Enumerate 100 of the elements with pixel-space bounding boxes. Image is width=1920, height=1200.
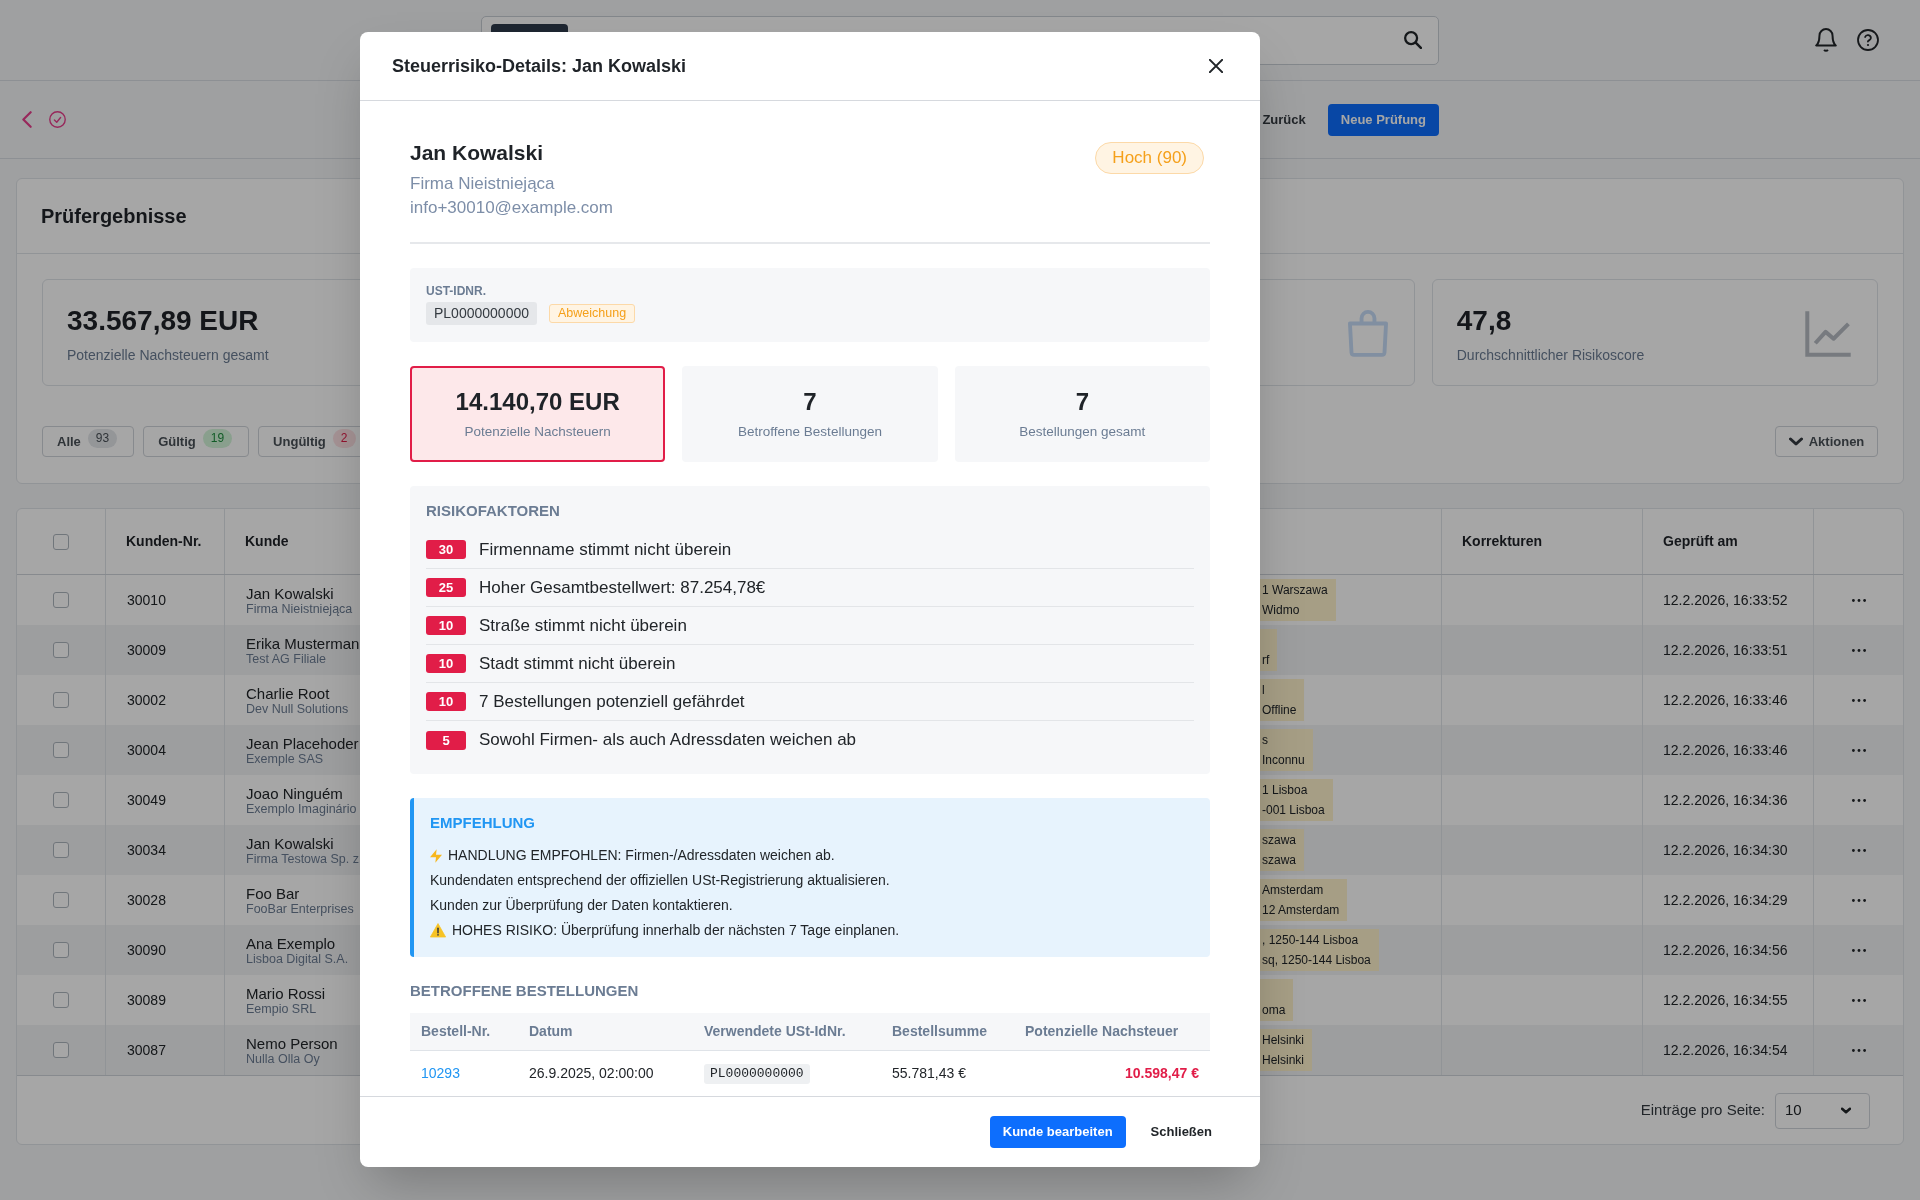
metric-value: 14.140,70 EUR: [455, 387, 620, 417]
checked-date: 12.2.2026, 16:33:52: [1663, 590, 1788, 610]
company-name: Dev Null Solutions: [246, 701, 349, 716]
checked-date: 12.2.2026, 16:34:54: [1663, 1040, 1788, 1060]
count-badge: 19: [202, 429, 233, 448]
filter-button[interactable]: Alle 93: [42, 426, 135, 457]
checkbox[interactable]: [53, 842, 69, 858]
recommendation-text: HOHES RISIKO: Überprüfung innerhalb der nächsten 7 Tage einplanen.: [452, 921, 900, 940]
checked-date: 12.2.2026, 16:33:46: [1663, 740, 1788, 760]
stat-value: 33.567,89 EUR: [67, 303, 260, 338]
primary-button[interactable]: Neue Prüfung: [1327, 103, 1439, 136]
column-header: Kunde: [245, 532, 289, 551]
metric-value: 7: [803, 387, 817, 417]
more-options-icon[interactable]: [1851, 698, 1866, 702]
more-options-icon[interactable]: [1851, 1048, 1866, 1052]
metric-label: Betroffene Bestellungen: [738, 423, 882, 441]
close-icon: [1209, 59, 1223, 73]
address-line: szawa: [1262, 852, 1296, 869]
search-icon[interactable]: [1404, 31, 1422, 49]
panel-title: Prüfergebnisse: [41, 204, 187, 229]
address-line: oma: [1262, 1002, 1286, 1019]
more-options-icon[interactable]: [1851, 748, 1866, 752]
check-circle-icon[interactable]: [49, 111, 66, 128]
text-button[interactable]: Zurück: [1262, 109, 1306, 130]
count-badge: 2: [332, 429, 356, 448]
checkbox[interactable]: [53, 742, 69, 758]
section-title: BETROFFENE BESTELLUNGEN: [410, 981, 640, 1001]
checkbox[interactable]: [53, 1042, 69, 1058]
address-line: l: [1262, 682, 1265, 699]
risk-badge: Hoch (90): [1095, 142, 1204, 174]
column-header: Bestell-Nr.: [421, 1022, 491, 1041]
more-options-icon[interactable]: [1851, 998, 1866, 1002]
company-name: Test AG Filiale: [246, 651, 326, 666]
customer-number: 30002: [127, 690, 166, 710]
checkbox[interactable]: [53, 992, 69, 1008]
address-line: rf: [1262, 652, 1270, 669]
section-title: RISIKOFAKTOREN: [426, 502, 561, 520]
customer-name: Ana Exemplo: [246, 934, 336, 952]
risk-factor-text: Hoher Gesamtbestellwert: 87.254,78€: [479, 576, 766, 599]
metric-label: Bestellungen gesamt: [1019, 423, 1146, 441]
stat-label: Durchschnittlicher Risikoscore: [1456, 345, 1645, 364]
customer-name: Charlie Root: [246, 684, 330, 702]
customer-number: 30034: [127, 840, 166, 860]
page-size-select[interactable]: 10: [1775, 1092, 1870, 1129]
customer-number: 30089: [127, 990, 166, 1010]
more-options-icon[interactable]: [1851, 948, 1866, 952]
company-name: Exemple SAS: [246, 751, 324, 766]
caret-icon: [1841, 1107, 1851, 1114]
more-options-icon[interactable]: [1851, 798, 1866, 802]
status-badge: Abweichung: [549, 304, 636, 323]
checkbox[interactable]: [53, 942, 69, 958]
company-name: FooBar Enterprises: [246, 901, 354, 916]
points-badge: 10: [426, 654, 466, 673]
more-options-icon[interactable]: [1851, 598, 1866, 602]
checkbox[interactable]: [53, 892, 69, 908]
company-name: Firma Nieistniejąca: [410, 173, 555, 195]
more-options-icon[interactable]: [1851, 898, 1866, 902]
text-button[interactable]: Schließen: [1138, 1116, 1224, 1148]
tax-amount: 10.598,47 €: [1125, 1064, 1199, 1083]
address-line: sq, 1250-144 Lisboa: [1262, 952, 1371, 969]
column-header: Korrekturen: [1462, 532, 1543, 551]
order-link[interactable]: 10293: [421, 1063, 460, 1084]
address-line: Amsterdam: [1262, 882, 1324, 899]
customer-number: 30090: [127, 940, 166, 960]
column-header: Bestellsumme: [892, 1022, 987, 1041]
customer-name: Jean Placehoder: [246, 734, 359, 752]
checkbox[interactable]: [53, 792, 69, 808]
customer-number: 30010: [127, 590, 166, 610]
back-chevron-icon[interactable]: [22, 111, 32, 128]
column-header: Geprüft am: [1663, 532, 1738, 551]
actions-button[interactable]: Aktionen: [1775, 426, 1878, 457]
metric-label: Potenzielle Nachsteuern: [464, 423, 611, 441]
order-date: 26.9.2025, 02:00:00: [529, 1064, 654, 1083]
checkbox[interactable]: [53, 533, 69, 550]
checkbox[interactable]: [53, 592, 69, 608]
customer-name: Foo Bar: [246, 884, 300, 902]
risk-factor-text: Stadt stimmt nicht überein: [479, 652, 676, 675]
bell-icon[interactable]: [1815, 28, 1837, 52]
help-icon[interactable]: [1857, 29, 1879, 51]
more-options-icon[interactable]: [1851, 648, 1866, 652]
checked-date: 12.2.2026, 16:33:51: [1663, 640, 1788, 660]
checked-date: 12.2.2026, 16:34:30: [1663, 840, 1788, 860]
address-line: Widmo: [1262, 602, 1300, 619]
filter-button[interactable]: Gültig 19: [143, 426, 250, 457]
address-line: s: [1262, 732, 1268, 749]
company-name: Firma Testowa Sp. z: [246, 851, 359, 866]
company-name: Nulla Olla Oy: [246, 1051, 320, 1066]
email-address: info+30010@example.com: [410, 197, 613, 219]
line-chart-icon: [1805, 308, 1853, 357]
company-name: Exemplo Imaginário: [246, 801, 357, 816]
order-total: 55.781,43 €: [892, 1064, 966, 1083]
edit-customer-button[interactable]: Kunde bearbeiten: [989, 1116, 1126, 1148]
company-name: Eempio SRL: [246, 1001, 317, 1016]
checkbox[interactable]: [53, 692, 69, 708]
more-options-icon[interactable]: [1851, 848, 1866, 852]
customer-name: Joao Ninguém: [246, 784, 343, 802]
recommendation-text: Kunden zur Überprüfung der Daten kontaktieren.: [430, 896, 733, 915]
chevron-down-icon: [1788, 437, 1803, 446]
address-line: 1 Warszawa: [1262, 582, 1328, 599]
checkbox[interactable]: [53, 642, 69, 658]
